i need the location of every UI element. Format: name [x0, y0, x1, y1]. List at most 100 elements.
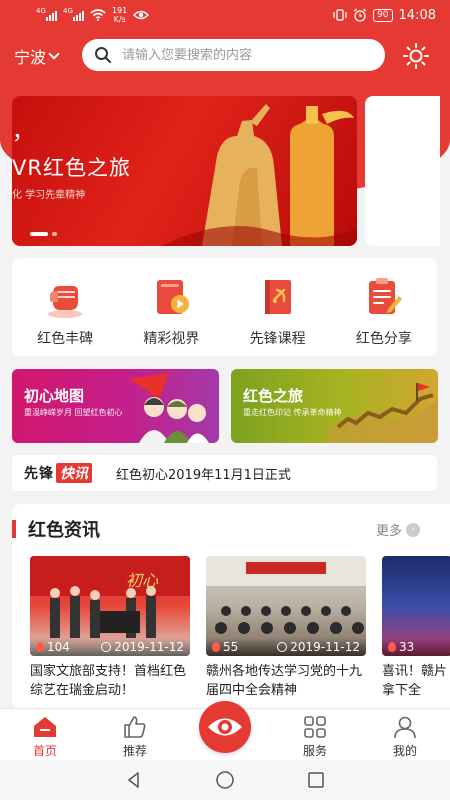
battery-indicator: 90 [373, 8, 393, 22]
nav-home[interactable]: 首页 [0, 709, 90, 760]
news-meta: 104 2019-11-12 [30, 638, 190, 656]
ticker-text: 红色初心2019年11月1日正式 [116, 467, 291, 483]
date-value: 2019-11-12 [290, 640, 360, 654]
party-book-icon [264, 280, 291, 314]
eye-icon [208, 718, 242, 736]
news-meta: 55 2019-11-12 [206, 638, 366, 656]
city-label: 宁波 [14, 48, 47, 67]
views-value: 104 [47, 640, 70, 654]
news-date: 2019-11-12 [101, 640, 184, 654]
home-icon [34, 717, 56, 737]
banner-comma: ， [12, 120, 35, 145]
monument-illustration [162, 104, 357, 246]
views-value: 55 [223, 640, 239, 654]
menu-label: 红色分享 [355, 331, 412, 347]
news-card[interactable]: 初心 104 2019-11-12 国家文旅部支持！首档红色综艺在瑞金启动！ [30, 556, 190, 700]
search-bar[interactable] [82, 39, 385, 71]
user-icon [394, 716, 416, 739]
carousel-indicator [30, 232, 57, 236]
views-value: 33 [399, 640, 415, 654]
ticker-logo: 先锋 快讯 [24, 463, 92, 483]
nav-label: 服务 [302, 744, 327, 758]
great-wall-illustration [328, 383, 438, 443]
promo-subtitle: 重温峥嵘岁月 回望红色初心 [24, 408, 123, 417]
banner-subtitle: 化 学习先辈精神 [12, 190, 86, 201]
news-thumbnail: 初心 104 2019-11-12 [30, 556, 190, 656]
home-circle-icon[interactable] [215, 770, 235, 790]
thumbs-up-icon [124, 716, 146, 738]
news-card[interactable]: 55 2019-11-12 赣州各地传达学习党的十九届四中全会精神 [206, 556, 366, 700]
fire-icon [36, 642, 44, 652]
menu-label: 先锋课程 [249, 331, 306, 347]
video-book-icon [157, 280, 190, 314]
back-icon[interactable] [125, 771, 143, 789]
news-ticker[interactable]: 先锋 快讯 红色初心2019年11月1日正式 [12, 455, 437, 491]
banner-title: VR红色之旅 [12, 156, 131, 180]
promo-title: 初心地图 [24, 387, 85, 405]
status-bar: 4G 4G 191 K/s 90 14:08 [0, 0, 450, 30]
section-header: 红色资讯 更多 › [12, 516, 437, 542]
nav-services[interactable]: 服务 [270, 709, 360, 760]
more-label: 更多 [376, 524, 403, 539]
recents-icon[interactable] [307, 771, 325, 789]
city-selector[interactable]: 宁波 [14, 44, 74, 68]
news-card[interactable]: 33 喜讯！赣片拿下全 [382, 556, 450, 700]
edit-note-icon [368, 278, 402, 314]
clock-icon [101, 642, 112, 652]
promo-card-map[interactable]: 初心地图 重温峥嵘岁月 回望红色初心 [12, 369, 219, 443]
views-count: 104 [36, 640, 70, 654]
nav-recommend[interactable]: 推荐 [90, 709, 180, 760]
section-accent-bar [12, 520, 16, 538]
carousel-dot-active [30, 232, 48, 236]
more-link[interactable]: 更多 › [376, 520, 421, 539]
menu-item-course[interactable]: 先锋课程 [225, 258, 331, 356]
ticker-logo-badge: 快讯 [56, 463, 92, 483]
speed-unit: K/s [113, 15, 126, 24]
grid-icon [304, 716, 326, 738]
news-caption: 喜讯！赣片拿下全 [382, 664, 448, 698]
news-thumbnail: 55 2019-11-12 [206, 556, 366, 656]
views-count: 33 [388, 640, 414, 654]
fire-icon [212, 642, 220, 652]
app-screen: 4G 4G 191 K/s 90 14:08 宁波 请输入您要搜索的内容 ， V… [0, 0, 450, 800]
network-speed: 191 K/s [112, 6, 127, 24]
status-left: 4G 4G 191 K/s [36, 6, 150, 24]
search-icon [95, 47, 111, 63]
banner-next-slide[interactable] [365, 96, 440, 246]
alarm-icon [354, 8, 367, 22]
fire-icon [388, 642, 396, 652]
signal-icon-2: 4G [63, 7, 84, 21]
status-right: 90 14:08 [333, 8, 436, 23]
red-news-section: 红色资讯 更多 › 初心 104 2019-11-12 国家文旅部支持！首档红色… [12, 504, 450, 708]
vibrate-icon [333, 9, 347, 21]
wifi-icon [90, 9, 106, 21]
news-meta: 33 [382, 638, 450, 656]
promo-title: 红色之旅 [243, 387, 304, 405]
nav-label: 推荐 [122, 744, 147, 758]
news-caption: 国家文旅部支持！首档红色综艺在瑞金启动！ [30, 664, 187, 698]
menu-item-red-monument[interactable]: 红色丰碑 [12, 258, 118, 356]
quick-menu: 红色丰碑 精彩视界 先锋课程 红色分享 [12, 258, 437, 356]
fist-icon [48, 286, 83, 318]
search-input[interactable] [122, 47, 362, 63]
menu-label: 红色丰碑 [37, 331, 94, 347]
menu-label: 精彩视界 [143, 331, 200, 347]
speed-value: 191 [112, 6, 128, 15]
carousel-dot [52, 232, 57, 236]
system-navigation [0, 760, 450, 800]
promo-card-trip[interactable]: 红色之旅 重走红色印记 传承革命精神 [231, 369, 438, 443]
ticker-logo-text: 先锋 [24, 466, 54, 482]
menu-item-video[interactable]: 精彩视界 [118, 258, 224, 356]
sun-icon[interactable] [402, 42, 430, 70]
nav-label: 我的 [392, 744, 417, 758]
chevron-right-icon: › [406, 522, 421, 537]
nav-profile[interactable]: 我的 [360, 709, 450, 760]
menu-item-share[interactable]: 红色分享 [331, 258, 437, 356]
news-date: 2019-11-12 [277, 640, 360, 654]
news-thumbnail: 33 [382, 556, 450, 656]
section-title: 红色资讯 [28, 520, 100, 541]
banner-carousel[interactable]: ， VR红色之旅 化 学习先辈精神 [12, 96, 357, 246]
eye-center-button[interactable] [199, 701, 251, 753]
clock-icon [277, 642, 288, 652]
people-illustration [129, 373, 209, 443]
